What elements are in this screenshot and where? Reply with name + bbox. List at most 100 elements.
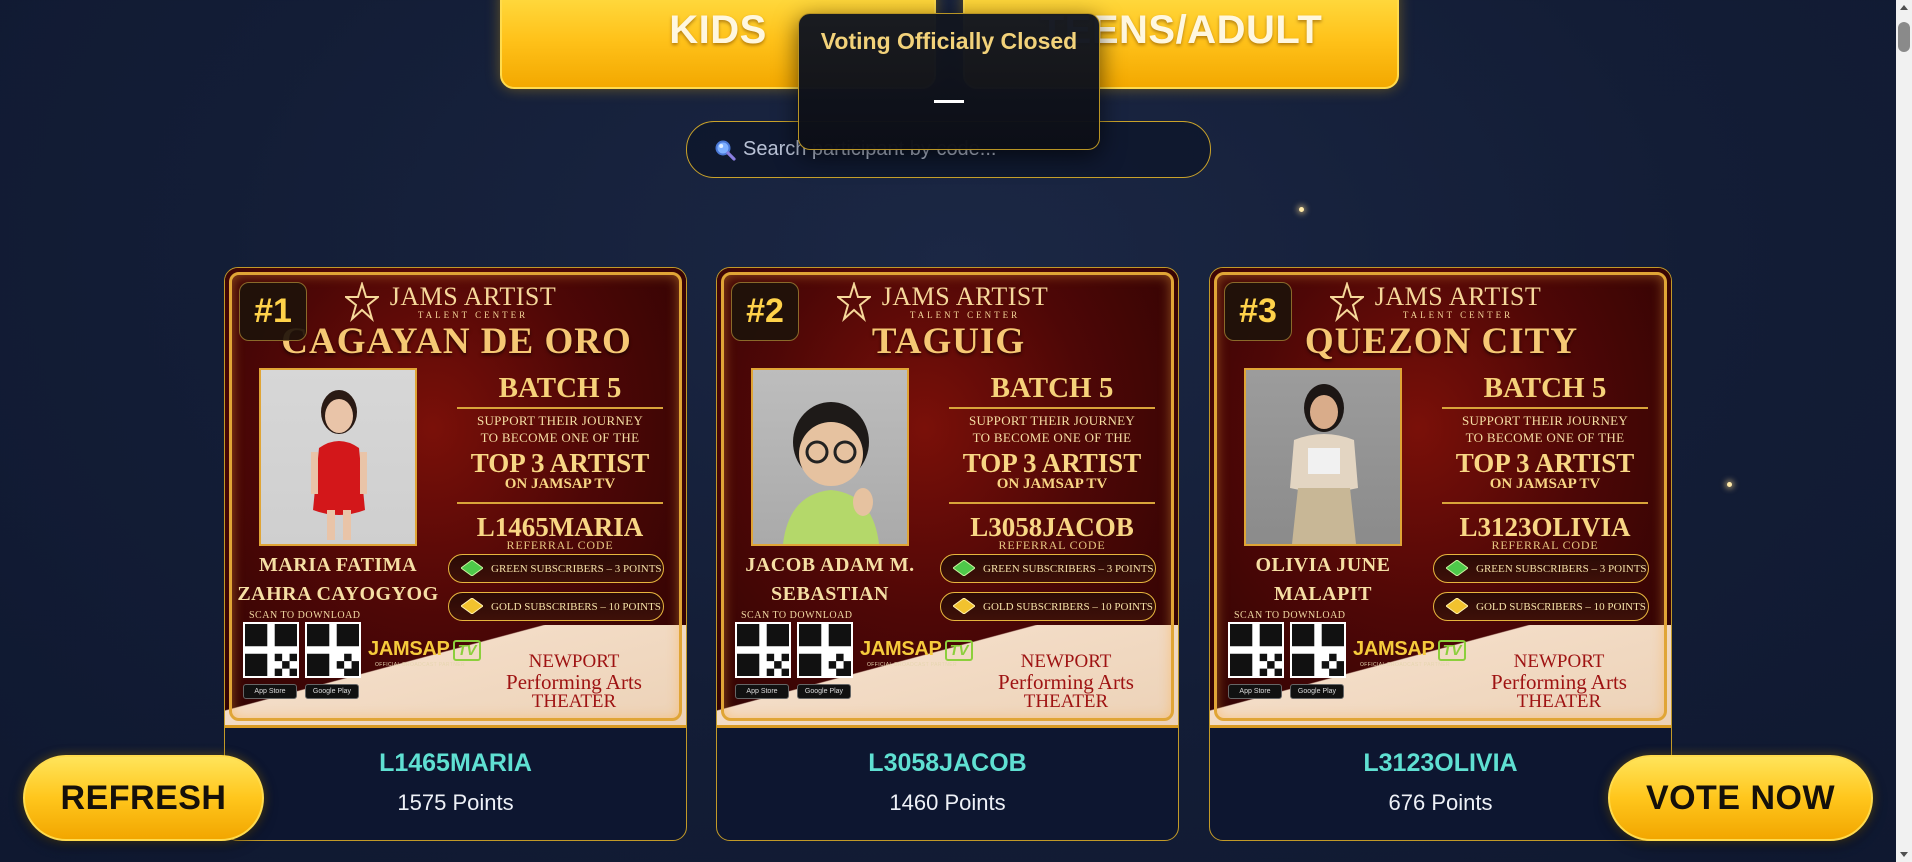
top3-heading: TOP 3 ARTIST [962,448,1142,478]
gold-subscribers-text: GOLD SUBSCRIBERS – 10 POINTS [491,600,661,613]
category-kids-label: KIDS [669,8,767,52]
participant-photo [259,368,417,546]
google-play-badge: Google Play [797,684,851,699]
participant-name: OLIVIA JUNE MALAPIT [1220,551,1426,609]
green-gem-icon [461,560,483,576]
on-jamsap-text: ON JAMSAP TV [504,476,616,492]
participant-code: L3123OLIVIA [1363,749,1518,777]
participant-card[interactable]: #3 JAMS ARTIST TALENT CENTER QUEZON CITY… [1209,267,1672,841]
batch-label: BATCH 5 [1483,372,1607,404]
qr-code-icon [1230,624,1282,676]
qr-code-google-play [797,622,853,678]
participant-city: CAGAYAN DE ORO [281,321,632,362]
broadcast-partner-text: OFFICIAL BROADCAST PARTNER [867,662,957,668]
qr-code-google-play [305,622,361,678]
support-line2: TO BECOME ONE OF THE [972,430,1132,445]
gold-subscribers-pill: GOLD SUBSCRIBERS – 10 POINTS [1433,592,1649,621]
divider [949,407,1155,409]
brand-logo: JAMS ARTIST TALENT CENTER [837,282,1065,322]
on-jamsap-text: ON JAMSAP TV [1489,476,1601,492]
gold-subscribers-pill: GOLD SUBSCRIBERS – 10 POINTS [448,592,664,621]
referral-code-label: REFERRAL CODE [998,538,1106,552]
broadcast-partner-text: OFFICIAL BROADCAST PARTNER [375,662,465,668]
girl-mesh-top-figure [1290,384,1358,544]
participant-photo [1244,368,1402,546]
qr-code-icon [245,624,297,676]
app-store-badge: App Store [1228,684,1282,699]
venue-line2: Performing Arts [1491,670,1627,694]
support-line1: SUPPORT THEIR JOURNEY [476,413,644,428]
participant-city: QUEZON CITY [1304,321,1579,362]
qr-code-app-store [243,622,299,678]
venue-line2: Performing Arts [998,670,1134,694]
magnifier-icon [715,140,736,161]
broadcast-partner-text: OFFICIAL BROADCAST PARTNER [1360,662,1450,668]
support-text: SUPPORT THEIR JOURNEY TO BECOME ONE OF T… [947,412,1157,446]
support-text: SUPPORT THEIR JOURNEY TO BECOME ONE OF T… [455,412,665,446]
support-text: SUPPORT THEIR JOURNEY TO BECOME ONE OF T… [1440,412,1650,446]
gold-subscribers-text: GOLD SUBSCRIBERS – 10 POINTS [1476,600,1646,613]
participant-card[interactable]: #2 JAMS ARTIST TALENT CENTER TAGUIG JACO… [716,267,1179,841]
top3-heading: TOP 3 ARTIST [1455,448,1635,478]
venue-line2: Performing Arts [506,670,642,694]
qr-code-app-store [1228,622,1284,678]
support-line2: TO BECOME ONE OF THE [1465,430,1625,445]
refresh-button[interactable]: REFRESH [23,755,264,841]
green-subscribers-pill: GREEN SUBSCRIBERS – 3 POINTS [448,554,664,583]
batch-label: BATCH 5 [990,372,1114,404]
gold-subscribers-text: GOLD SUBSCRIBERS – 10 POINTS [983,600,1153,613]
participant-points: 1460 Points [889,790,1006,815]
brand-logo: JAMS ARTIST TALENT CENTER [1330,282,1558,322]
scroll-down-arrow-icon[interactable] [1896,845,1912,862]
scroll-up-arrow-icon[interactable] [1896,0,1912,17]
vertical-scrollbar[interactable] [1896,0,1912,862]
participant-name: JACOB ADAM M. SEBASTIAN [727,551,933,609]
venue-text: NEWPORT Performing Arts THEATER [966,652,1166,712]
brand-name: JAMS ARTIST [881,282,1049,311]
scrollbar-thumb[interactable] [1898,22,1910,52]
gold-gem-icon [461,598,483,614]
batch-label: BATCH 5 [498,372,622,404]
venue-line1: NEWPORT [528,651,620,672]
girl-red-dress-figure [311,390,367,540]
green-subscribers-pill: GREEN SUBSCRIBERS – 3 POINTS [1433,554,1649,583]
brand-name: JAMS ARTIST [1374,282,1542,311]
venue-text: NEWPORT Performing Arts THEATER [1459,652,1659,712]
google-play-badge: Google Play [1290,684,1344,699]
app-store-badge: App Store [735,684,789,699]
scan-to-download-text: SCAN TO DOWNLOAD [741,610,853,621]
gold-gem-icon [1446,598,1468,614]
google-play-badge: Google Play [305,684,359,699]
green-subscribers-pill: GREEN SUBSCRIBERS – 3 POINTS [940,554,1156,583]
voting-status-popup: Voting Officially Closed [798,13,1100,150]
venue-line3: THEATER [1023,691,1109,712]
app-store-badge: App Store [243,684,297,699]
scan-to-download-text: SCAN TO DOWNLOAD [249,610,361,621]
participant-name-line1: OLIVIA JUNE [1255,554,1391,576]
green-subscribers-text: GREEN SUBSCRIBERS – 3 POINTS [1476,562,1647,575]
vote-now-button[interactable]: VOTE NOW [1608,755,1873,841]
venue-line3: THEATER [531,691,617,712]
jamsap-wordmark: JAMSAP [368,638,450,660]
referral-code-label: REFERRAL CODE [1491,538,1599,552]
rank-badge: #3 [1224,282,1292,341]
venue-line3: THEATER [1516,691,1602,712]
participant-card[interactable]: #1 JAMS ARTIST TALENT CENTER CAGAYAN DE … [224,267,687,841]
divider [1442,407,1648,409]
participant-code: L1465MARIA [379,749,532,777]
jamsap-tv-logo: JAMSAP TV [860,638,974,661]
voting-countdown-placeholder [934,100,964,103]
on-jamsap-text: ON JAMSAP TV [996,476,1108,492]
boy-glasses-figure [783,402,879,544]
qr-code-icon [307,624,359,676]
qr-code-icon [737,624,789,676]
participant-poster: #3 JAMS ARTIST TALENT CENTER QUEZON CITY… [1210,268,1671,728]
participant-points: 1575 Points [397,790,514,815]
green-gem-icon [1446,560,1468,576]
rank-badge: #2 [731,282,799,341]
qr-code-icon [799,624,851,676]
voting-status-title: Voting Officially Closed [820,28,1078,54]
participant-poster: #2 JAMS ARTIST TALENT CENTER TAGUIG JACO… [717,268,1178,728]
participant-points: 676 Points [1388,790,1493,815]
support-line1: SUPPORT THEIR JOURNEY [968,413,1136,428]
